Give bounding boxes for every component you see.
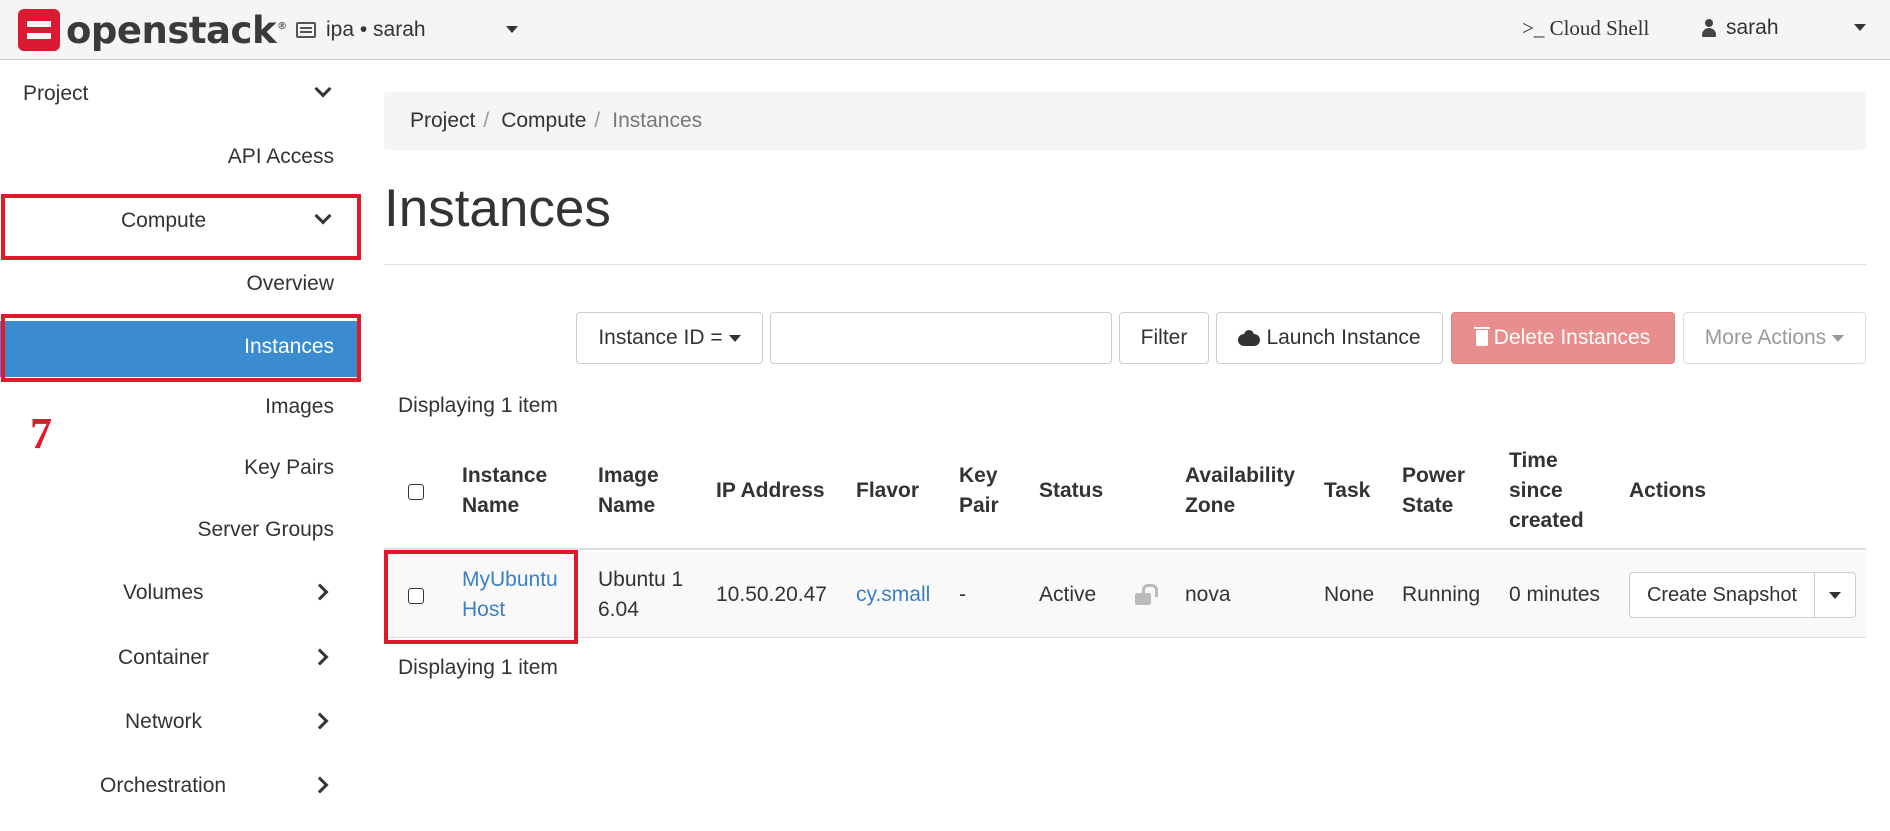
breadcrumb-separator: / — [483, 109, 490, 132]
project-switcher-label: ipa • sarah — [326, 18, 426, 41]
filter-field-select[interactable]: Instance ID = — [576, 312, 763, 364]
col-actions: Actions — [1629, 479, 1707, 502]
sidebar-item-images[interactable]: Images — [0, 382, 360, 432]
sidebar-item-orchestration[interactable]: Orchestration — [0, 761, 360, 811]
filter-input[interactable] — [770, 312, 1112, 364]
sidebar-item-key-pairs[interactable]: Key Pairs — [0, 443, 360, 493]
row-select-checkbox[interactable] — [408, 588, 424, 604]
sidebar-item-project[interactable]: Project — [0, 69, 360, 119]
trash-icon — [1473, 327, 1490, 346]
flavor-link[interactable]: cy.small — [856, 580, 930, 610]
col-ip-address[interactable]: IP Address — [716, 476, 825, 506]
step-marker: 7 — [30, 409, 52, 458]
sidebar-item-label: Images — [265, 395, 334, 418]
chevron-right-icon — [311, 712, 329, 730]
col-image-name[interactable]: Image Name — [598, 461, 659, 521]
sidebar-item-volumes[interactable]: Volumes — [0, 568, 360, 618]
cloud-upload-icon — [1238, 330, 1261, 346]
top-navbar: openstack® ipa • sarah >_ Cloud Shell sa… — [0, 0, 1890, 60]
caret-down-icon — [1854, 24, 1866, 31]
sidebar-item-label: Key Pairs — [244, 456, 334, 479]
openstack-logo[interactable]: openstack® — [18, 8, 287, 52]
filter-field-select-label: Instance ID = — [598, 326, 723, 349]
openstack-logo-icon — [18, 9, 60, 51]
cell-time-since-created: 0 minutes — [1509, 583, 1601, 606]
caret-down-icon — [1829, 592, 1841, 599]
col-time-since-created[interactable]: Time since created — [1509, 446, 1584, 536]
sidebar-item-label: Orchestration — [100, 774, 227, 797]
filter-button[interactable]: Filter — [1119, 312, 1209, 364]
breadcrumb-compute[interactable]: Compute — [501, 109, 586, 133]
cell-status: Active — [1039, 583, 1097, 606]
chevron-down-icon — [314, 207, 332, 225]
project-switcher[interactable]: ipa • sarah — [296, 14, 518, 46]
cell-power-state: Running — [1402, 583, 1481, 606]
col-instance-name[interactable]: Instance Name — [462, 461, 547, 521]
logo-text: openstack® — [66, 8, 287, 52]
chevron-right-icon — [311, 648, 329, 666]
cloud-shell-link[interactable]: >_ Cloud Shell — [1522, 16, 1649, 41]
cell-task: None — [1324, 583, 1375, 606]
sidebar-item-label: Project — [23, 82, 89, 105]
create-snapshot-button[interactable]: Create Snapshot — [1629, 572, 1815, 618]
user-icon — [1702, 19, 1716, 37]
sidebar-item-network[interactable]: Network — [0, 697, 360, 747]
sidebar-item-label: Server Groups — [197, 518, 334, 541]
sidebar-item-label: Volumes — [123, 581, 204, 604]
breadcrumb-current: Instances — [612, 109, 703, 132]
cell-availability-zone: nova — [1185, 583, 1231, 606]
sidebar-item-api-access[interactable]: API Access — [0, 132, 360, 182]
cell-ip-address: 10.50.20.47 — [716, 583, 827, 606]
sidebar-item-overview[interactable]: Overview — [0, 259, 360, 309]
sidebar-item-label: API Access — [227, 145, 334, 168]
display-count-top: Displaying 1 item — [398, 394, 558, 417]
display-count-bottom: Displaying 1 item — [398, 656, 558, 679]
col-flavor[interactable]: Flavor — [856, 476, 919, 506]
list-icon — [296, 22, 316, 38]
user-name: sarah — [1726, 16, 1779, 39]
sidebar-item-label: Overview — [246, 272, 334, 295]
caret-down-icon — [506, 26, 518, 33]
sidebar-item-server-groups[interactable]: Server Groups — [0, 505, 360, 555]
col-task[interactable]: Task — [1324, 476, 1370, 506]
col-availability-zone[interactable]: Availability Zone — [1185, 461, 1295, 521]
breadcrumb-separator: / — [594, 109, 601, 132]
sidebar-item-compute[interactable]: Compute — [0, 196, 360, 246]
more-actions-button[interactable]: More Actions — [1683, 312, 1866, 364]
launch-instance-button[interactable]: Launch Instance — [1216, 312, 1443, 364]
chevron-down-icon — [314, 80, 332, 98]
chevron-right-icon — [311, 583, 329, 601]
delete-instances-label: Delete Instances — [1493, 326, 1651, 349]
delete-instances-button[interactable]: Delete Instances — [1451, 312, 1675, 364]
select-all-checkbox[interactable] — [408, 484, 424, 500]
cell-key-pair: - — [959, 583, 966, 606]
sidebar-item-instances[interactable]: Instances — [0, 321, 360, 377]
sidebar-item-container[interactable]: Container — [0, 633, 360, 683]
user-menu[interactable]: sarah — [1702, 16, 1866, 40]
sidebar-item-label: Network — [125, 710, 203, 733]
launch-instance-label: Launch Instance — [1266, 326, 1421, 349]
col-status[interactable]: Status — [1039, 476, 1103, 506]
col-power-state[interactable]: Power State — [1402, 461, 1465, 521]
page-title: Instances — [384, 179, 611, 238]
col-key-pair[interactable]: Key Pair — [959, 461, 999, 521]
instance-name-link[interactable]: MyUbuntu Host — [462, 565, 558, 625]
sidebar-item-label: Instances — [244, 335, 334, 358]
caret-down-icon — [1832, 334, 1845, 342]
title-divider — [384, 264, 1866, 265]
sidebar-item-label: Container — [118, 646, 210, 669]
chevron-right-icon — [311, 776, 329, 794]
row-actions-dropdown-toggle[interactable] — [1814, 572, 1856, 618]
sidebar-item-label: Compute — [121, 209, 207, 232]
breadcrumb: Project / Compute / Instances — [384, 92, 1866, 150]
breadcrumb-project[interactable]: Project — [410, 109, 475, 133]
caret-down-icon — [728, 334, 741, 342]
more-actions-label: More Actions — [1704, 326, 1827, 349]
cell-image-name: Ubuntu 1 6.04 — [598, 568, 684, 621]
unlock-icon — [1135, 584, 1158, 605]
